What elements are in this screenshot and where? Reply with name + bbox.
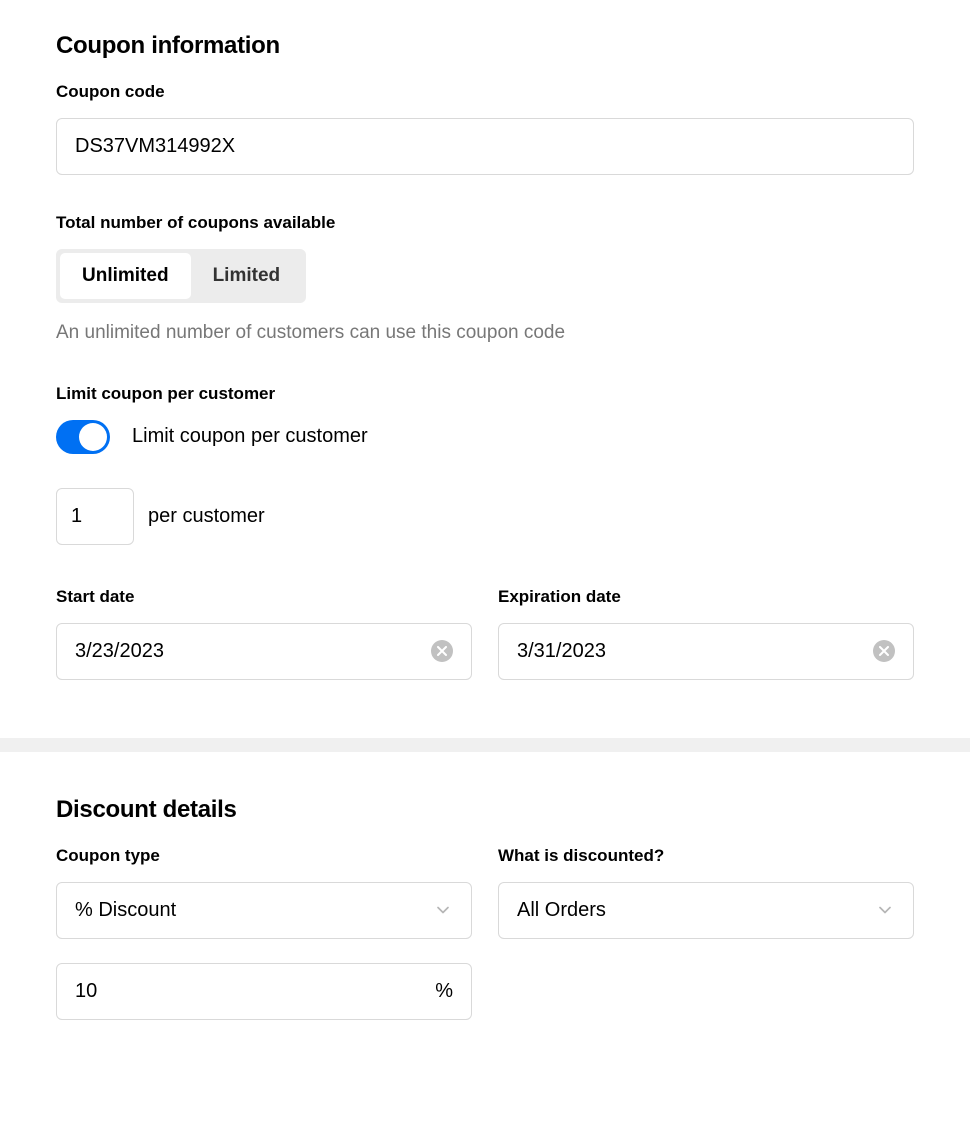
- coupon-type-label: Coupon type: [56, 846, 472, 866]
- section-divider: [0, 738, 970, 752]
- coupon-type-select[interactable]: % Discount: [56, 882, 472, 939]
- expiration-date-label: Expiration date: [498, 587, 914, 607]
- start-date-input[interactable]: 3/23/2023: [56, 623, 472, 680]
- discount-amount-input[interactable]: 10 %: [56, 963, 472, 1020]
- expiration-date-input[interactable]: 3/31/2023: [498, 623, 914, 680]
- coupon-code-input[interactable]: [56, 118, 914, 175]
- discounted-scope-select[interactable]: All Orders: [498, 882, 914, 939]
- coupon-availability-segmented: Unlimited Limited: [56, 249, 306, 303]
- limit-per-customer-input[interactable]: [56, 488, 134, 545]
- start-date-value: 3/23/2023: [75, 640, 431, 663]
- chevron-down-icon: [875, 900, 895, 920]
- limit-per-customer-toggle-label: Limit coupon per customer: [132, 425, 368, 448]
- clear-start-date-icon[interactable]: [431, 640, 453, 662]
- total-coupons-label: Total number of coupons available: [56, 213, 914, 233]
- clear-expiration-date-icon[interactable]: [873, 640, 895, 662]
- limit-per-customer-label: Limit coupon per customer: [56, 384, 914, 404]
- limit-per-customer-suffix: per customer: [148, 505, 265, 528]
- discount-amount-suffix: %: [435, 980, 453, 1003]
- discounted-scope-value: All Orders: [517, 899, 875, 922]
- discount-details-heading: Discount details: [56, 796, 914, 824]
- coupon-code-label: Coupon code: [56, 82, 914, 102]
- start-date-label: Start date: [56, 587, 472, 607]
- coupons-unlimited-button[interactable]: Unlimited: [60, 253, 191, 299]
- expiration-date-value: 3/31/2023: [517, 640, 873, 663]
- coupon-type-value: % Discount: [75, 899, 433, 922]
- coupons-limited-button[interactable]: Limited: [191, 253, 303, 299]
- discount-amount-value: 10: [75, 980, 435, 1003]
- coupon-info-heading: Coupon information: [56, 32, 914, 60]
- coupons-help-text: An unlimited number of customers can use…: [56, 321, 914, 346]
- limit-per-customer-toggle[interactable]: [56, 420, 110, 454]
- chevron-down-icon: [433, 900, 453, 920]
- discounted-scope-label: What is discounted?: [498, 846, 914, 866]
